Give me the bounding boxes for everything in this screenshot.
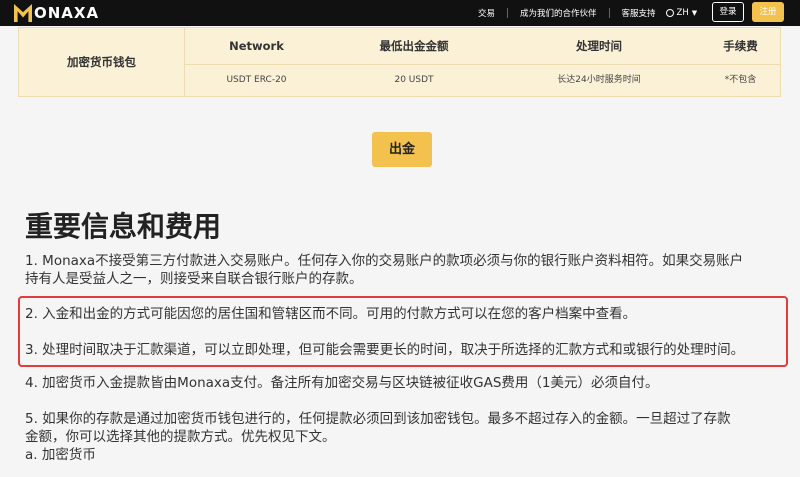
logo-text: ONAXA	[34, 4, 100, 22]
language-label: ZH	[676, 8, 689, 18]
nav-item-partner[interactable]: 成为我们的合作伙伴	[520, 7, 597, 19]
info-paragraph-line: 1. Monaxa不接受第三方付款进入交易账户。任何存入你的交易账户的款项必须与…	[25, 253, 744, 269]
column-header-min-withdrawal: 最低出金金额	[379, 39, 449, 53]
info-paragraph-3: 3. 处理时间取决于汇款渠道，可以立即处理，但可能会需要更长的时间，取决于所选择…	[25, 342, 745, 358]
logo-mark-icon	[14, 4, 32, 22]
column-header-network: Network	[229, 39, 284, 53]
column-header-fee: 手续费	[723, 39, 758, 53]
nav-divider	[507, 8, 509, 18]
info-paragraph-line: a. 加密货币	[25, 447, 96, 463]
language-selector[interactable]: ZH ▼	[665, 8, 698, 18]
table-cell-fee: *不包含	[724, 75, 757, 85]
info-paragraph-5: 5. 如果你的存款是通过加密货币钱包进行的，任何提款必须回到该加密钱包。最多不超…	[25, 410, 785, 464]
column-header-processing-time: 处理时间	[576, 39, 622, 53]
nav-divider	[608, 8, 610, 18]
withdraw-button[interactable]: 出金	[372, 132, 432, 167]
table-cell-network: USDT ERC-20	[226, 75, 287, 85]
info-paragraph-line: 5. 如果你的存款是通过加密货币钱包进行的，任何提款必须回到该加密钱包。最多不超…	[25, 411, 731, 427]
main-nav: 交易 成为我们的合作伙伴 客服支持 ZH ▼	[478, 0, 697, 26]
table-cell-min-withdrawal: 20 USDT	[394, 75, 434, 85]
chevron-down-icon: ▼	[691, 9, 698, 17]
nav-item-support[interactable]: 客服支持	[622, 7, 656, 19]
register-button[interactable]: 注册	[752, 2, 784, 22]
info-paragraph-2: 2. 入金和出金的方式可能因您的居住国和管辖区而不同。可用的付款方式可以在您的客…	[25, 306, 637, 322]
table-row-title: 加密货币钱包	[67, 55, 136, 69]
globe-icon	[665, 9, 674, 17]
logo[interactable]: ONAXA	[14, 2, 99, 24]
section-title: 重要信息和费用	[25, 210, 222, 243]
table-cell-processing-time: 长达24小时服务时间	[557, 75, 641, 85]
info-paragraph-1: 1. Monaxa不接受第三方付款进入交易账户。任何存入你的交易账户的款项必须与…	[25, 252, 785, 288]
top-navbar: ONAXA 交易 成为我们的合作伙伴 客服支持 ZH ▼ 登录 注册	[0, 0, 800, 26]
info-paragraph-4: 4. 加密货币入金提款皆由Monaxa支付。备注所有加密交易与区块链被征收GAS…	[25, 375, 659, 391]
nav-item-trading[interactable]: 交易	[478, 7, 495, 19]
withdrawal-methods-table: 加密货币钱包 Network 最低出金金额 处理时间 手续费 USDT ERC-…	[18, 27, 781, 97]
info-paragraph-line: 持有人是受益人之一，则接受来自联合银行账户的存款。	[25, 271, 363, 287]
login-button[interactable]: 登录	[712, 2, 744, 22]
info-paragraph-line: 金额，你可以选择其他的提款方式。优先权见下文。	[25, 429, 336, 445]
